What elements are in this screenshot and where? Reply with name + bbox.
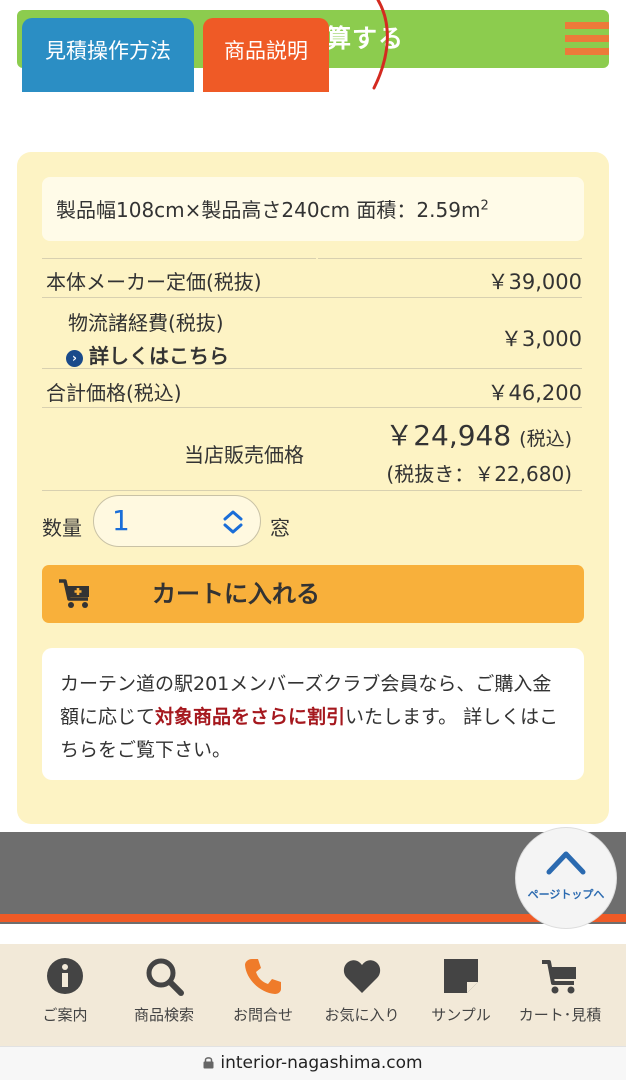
nav-item-cart[interactable]: カート･見積 <box>510 944 610 1046</box>
nav-item-contact[interactable]: お問合せ <box>213 944 313 1046</box>
annotation-stroke <box>372 0 389 90</box>
total-price-label: 合計価格(税込) <box>46 381 182 405</box>
store-price-label: 当店販売価格 <box>184 443 304 467</box>
quantity-label: 数量 <box>42 516 82 540</box>
nav-item-sample[interactable]: サンプル <box>411 944 511 1046</box>
search-icon <box>146 958 184 996</box>
add-to-cart-button[interactable]: カートに入れる <box>42 565 584 623</box>
logistics-value: ￥3,000 <box>500 327 582 351</box>
logistics-detail-link[interactable]: › 詳しくはこちら <box>66 340 229 369</box>
tab-estimate-howto[interactable]: 見積操作方法 <box>22 18 194 92</box>
table-row: 合計価格(税込) ￥46,200 <box>42 369 582 408</box>
product-dimensions: 製品幅108cm×製品高さ240cm 面積：2.59m2 <box>42 177 584 241</box>
cart-icon <box>542 960 576 994</box>
table-row: 物流諸経費(税抜) › 詳しくはこちら ￥3,000 <box>42 298 582 369</box>
chevron-right-icon: › <box>66 350 83 367</box>
url-text: interior-nagashima.com <box>220 1053 423 1073</box>
updown-chevron-icon <box>223 510 243 534</box>
lock-icon <box>203 1057 214 1069</box>
browser-url-bar[interactable]: interior-nagashima.com <box>0 1046 626 1080</box>
store-price-value: ￥24,948 <box>385 419 512 452</box>
bottom-nav: ご案内 商品検索 お問合せ お気に入り サンプル カート･見積 <box>0 944 626 1046</box>
nav-label: カート･見積 <box>518 1006 602 1024</box>
sample-icon <box>444 959 478 993</box>
dimensions-text: 製品幅108cm×製品高さ240cm 面積：2.59m <box>56 198 481 222</box>
logistics-link-text: 詳しくはこちら <box>89 344 229 368</box>
store-price-excl: (税抜き：￥22,680) <box>386 462 572 486</box>
tab-product-description[interactable]: 商品説明 <box>203 18 329 92</box>
nav-item-favorites[interactable]: お気に入り <box>312 944 412 1046</box>
add-to-cart-label: カートに入れる <box>152 580 320 608</box>
quantity-value: 1 <box>112 504 130 537</box>
quantity-select[interactable]: 1 <box>93 495 261 547</box>
info-icon <box>47 958 83 994</box>
store-price-tax: (税込) <box>519 428 572 450</box>
menu-icon[interactable] <box>565 22 609 58</box>
logistics-label: 物流諸経費(税抜) <box>68 311 224 335</box>
dimensions-sup: 2 <box>480 198 489 214</box>
list-price-value: ￥39,000 <box>487 270 582 294</box>
page-top-button[interactable]: ページトップへ <box>516 828 616 928</box>
heart-icon <box>343 960 381 993</box>
price-table: 本体メーカー定価(税抜) ￥39,000 物流諸経費(税抜) › 詳しくはこちら … <box>42 258 582 491</box>
cart-add-icon <box>59 579 89 608</box>
page-top-label: ページトップへ <box>527 888 605 901</box>
store-price: ￥24,948 (税込) <box>385 414 572 454</box>
table-row: 当店販売価格 ￥24,948 (税込) (税抜き：￥22,680) <box>42 408 582 491</box>
member-note-highlight: 対象商品をさらに割引 <box>155 706 346 728</box>
list-price-label: 本体メーカー定価(税抜) <box>46 270 262 294</box>
total-price-value: ￥46,200 <box>487 381 582 405</box>
phone-icon <box>245 959 281 994</box>
member-discount-note[interactable]: カーテン道の駅201メンバーズクラブ会員なら、ご購入金額に応じて対象商品をさらに… <box>42 648 584 780</box>
nav-item-search[interactable]: 商品検索 <box>114 944 214 1046</box>
quantity-unit: 窓 <box>270 516 290 540</box>
chevron-up-icon <box>546 851 586 875</box>
table-row: 本体メーカー定価(税抜) ￥39,000 <box>42 258 582 298</box>
nav-item-guide[interactable]: ご案内 <box>15 944 115 1046</box>
